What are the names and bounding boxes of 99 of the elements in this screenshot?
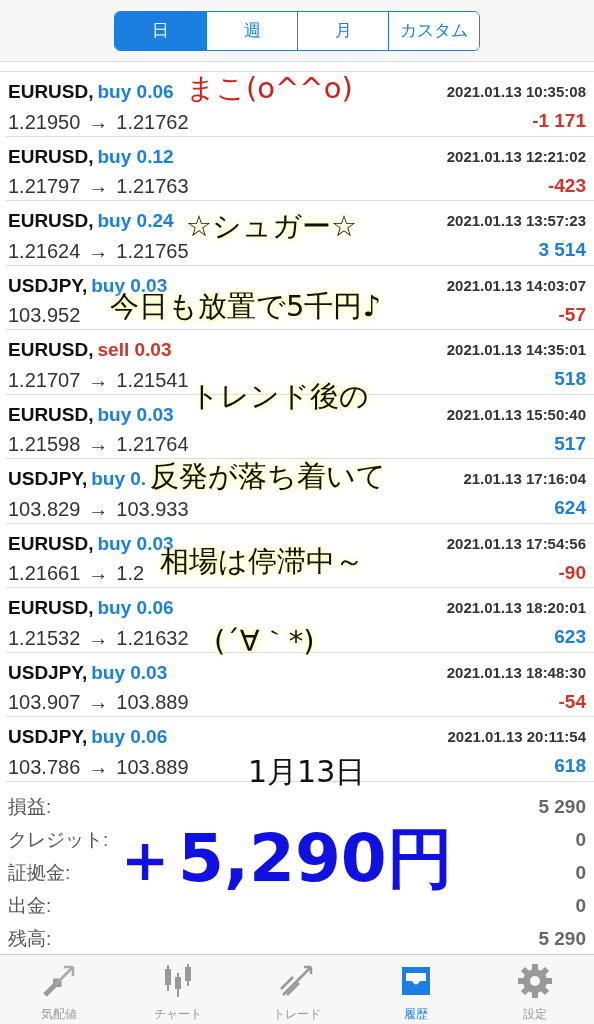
symbol-label: USDJPY, [8,467,88,491]
profit-value: 623 [554,625,586,650]
open-price: 103.829 [8,496,81,522]
tab-bar-item[interactable]: 設定 [475,955,594,1024]
symbol-label: EURUSD, [8,402,94,427]
order-label: buy 0.24 [97,209,174,233]
deal-time: 2021.01.13 13:57:23 [446,211,586,231]
deal-time: 2021.01.13 12:21:02 [446,146,586,167]
profit-value: 3 514 [538,238,586,263]
deal-time: 2021.01.13 18:20:01 [446,598,586,618]
deal-time: 21.01.13 17:16:04 [463,469,586,489]
arrow-glyph: → [88,690,109,715]
symbol-label: EURUSD, [8,531,94,556]
open-price: 1.21532 [8,625,81,651]
period-tab[interactable]: 週 [206,11,297,50]
summary-label: 残高: [8,926,52,951]
profit-value: 618 [554,754,586,779]
summary-label: 出金: [8,893,52,918]
open-price: 1.21950 [8,109,81,135]
arrow-glyph: → [88,754,109,780]
deal-time: 2021.01.13 14:03:07 [446,275,586,296]
handwritten-note: 反発が落ち着いて [150,462,386,491]
summary-value: 5 290 [538,926,586,951]
period-tab[interactable]: 月 [297,11,388,50]
deal-time: 2021.01.13 10:35:08 [446,82,586,102]
summary-value: 5 290 [538,794,586,819]
deal-time: 2021.01.13 15:50:40 [446,404,586,425]
open-price: 103.786 [8,754,81,780]
open-price: 1.21624 [8,238,81,264]
tab-bar-item[interactable]: 気配値 [0,955,119,1024]
handwritten-note: ☆シュガー☆ [186,212,357,241]
profit-value: 517 [554,431,586,456]
arrow-glyph: → [88,496,109,522]
order-label: buy 0.06 [97,80,174,104]
deal-time: 2021.01.13 17:54:56 [446,533,586,554]
close-price: 1.21541 [116,367,189,393]
handwritten-note: まこ(o^^o) [186,74,353,103]
handwritten-note: トレンド後の [190,382,369,411]
open-price: 1.21797 [8,174,81,199]
close-price: 1.21632 [116,625,189,651]
close-price: 1.2 [116,561,145,586]
symbol-label: USDJPY, [8,273,88,298]
summary-label: 証拠金: [8,860,71,885]
close-price: 103.933 [116,496,189,522]
profit-value: -1 171 [532,109,586,134]
profit-value: -423 [547,173,586,198]
arrow-glyph: → [88,367,109,393]
profit-value: 518 [554,367,586,392]
order-label: buy 0.12 [97,144,174,169]
open-price: 1.21707 [8,367,81,393]
symbol-label: EURUSD, [8,80,94,104]
arrow-glyph: → [88,238,109,264]
arrow-glyph: → [88,561,109,586]
order-label: buy 0.06 [91,725,168,749]
symbol-label: EURUSD, [8,338,94,362]
order-label: buy 0.03 [91,660,168,685]
arrow-glyph: → [88,432,109,457]
handwritten-note: 1月13日 [248,757,366,787]
tab-bar-item[interactable]: トレード [238,955,356,1024]
period-tab[interactable]: 日 [115,11,206,50]
open-price: 103.952 [8,303,81,328]
handwritten-note: ＋5,290円 [112,826,453,892]
order-label: buy 0. [91,467,147,491]
profit-value: -54 [558,689,586,714]
summary-value: 0 [575,860,586,885]
open-price: 1.21661 [8,561,81,586]
tab-bar-item[interactable]: チャート [119,955,238,1024]
summary-label: 損益: [8,794,52,819]
symbol-label: EURUSD, [8,144,94,169]
arrow-glyph: → [88,625,109,651]
tab-bar-item[interactable]: 履歴 [356,955,475,1024]
order-label: sell 0.03 [97,338,172,362]
profit-value: -57 [558,302,586,327]
close-price: 1.21762 [116,109,189,135]
close-price: 1.21765 [116,238,189,264]
deal-time: 2021.01.13 20:11:54 [447,727,586,747]
profit-value: -90 [558,560,586,585]
order-label: buy 0.03 [97,402,174,427]
close-price: 1.21764 [116,432,189,457]
open-price: 1.21598 [8,432,81,457]
handwritten-note: (´∀｀*) [214,627,315,656]
summary-value: 0 [575,827,586,852]
close-price: 103.889 [116,754,189,780]
deal-time: 2021.01.13 14:35:01 [446,340,586,360]
arrow-glyph: → [88,174,109,199]
order-label: buy 0.06 [97,596,174,620]
arrow-glyph: → [88,109,109,135]
summary-label: クレジット: [8,827,109,852]
summary-value: 0 [575,893,586,918]
open-price: 103.907 [8,690,81,715]
symbol-label: USDJPY, [8,725,88,749]
close-price: 1.21763 [116,174,189,199]
close-price: 103.889 [116,690,189,715]
symbol-label: EURUSD, [8,209,94,233]
symbol-label: EURUSD, [8,596,94,620]
period-tab[interactable]: カスタム [388,11,479,50]
deal-time: 2021.01.13 18:48:30 [446,662,586,683]
symbol-label: USDJPY, [8,660,88,685]
profit-value: 624 [554,496,586,521]
